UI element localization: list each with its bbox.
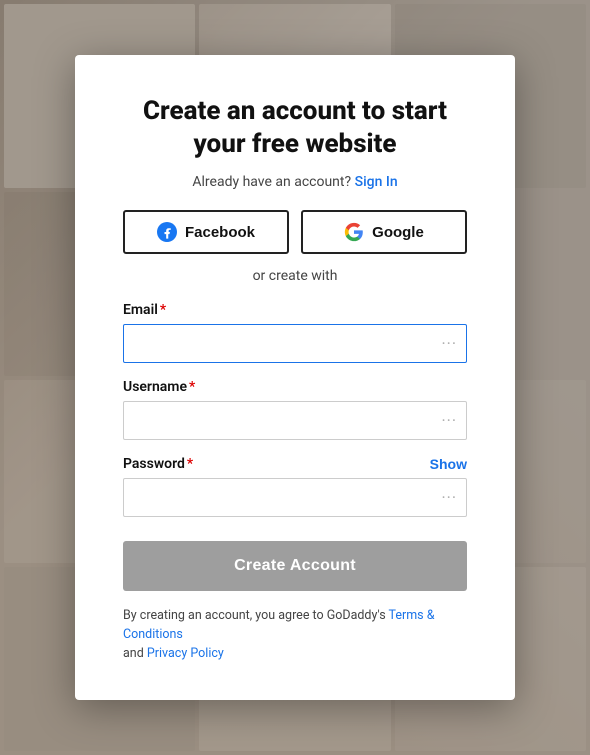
username-input[interactable] bbox=[123, 401, 467, 440]
modal-wrapper: Create an account to start your free web… bbox=[0, 0, 590, 755]
signin-link[interactable]: Sign In bbox=[355, 174, 398, 190]
email-input[interactable] bbox=[123, 324, 467, 363]
terms-prefix: By creating an account, you agree to GoD… bbox=[123, 608, 386, 623]
google-icon bbox=[344, 222, 364, 242]
email-label: Email* bbox=[123, 302, 467, 318]
signin-line: Already have an account? Sign In bbox=[123, 174, 467, 190]
password-input-wrapper: ··· bbox=[123, 478, 467, 517]
show-password-button[interactable]: Show bbox=[430, 456, 467, 472]
or-divider: or create with bbox=[123, 268, 467, 284]
google-label: Google bbox=[372, 224, 424, 241]
password-row: Password* Show bbox=[123, 456, 467, 472]
username-input-wrapper: ··· bbox=[123, 401, 467, 440]
terms-text: By creating an account, you agree to GoD… bbox=[123, 607, 467, 663]
modal-title: Create an account to start your free web… bbox=[123, 95, 467, 160]
email-input-wrapper: ··· bbox=[123, 324, 467, 363]
email-group: Email* ··· bbox=[123, 302, 467, 363]
facebook-button[interactable]: Facebook bbox=[123, 210, 289, 254]
create-account-button[interactable]: Create Account bbox=[123, 541, 467, 591]
facebook-icon bbox=[157, 222, 177, 242]
terms-mid: and bbox=[123, 646, 144, 661]
signin-prefix-text: Already have an account? bbox=[192, 174, 351, 190]
privacy-link[interactable]: Privacy Policy bbox=[147, 646, 224, 661]
password-input[interactable] bbox=[123, 478, 467, 517]
username-group: Username* ··· bbox=[123, 379, 467, 440]
social-buttons: Facebook Google bbox=[123, 210, 467, 254]
username-label: Username* bbox=[123, 379, 467, 395]
password-group: Password* Show ··· bbox=[123, 456, 467, 517]
facebook-label: Facebook bbox=[185, 224, 255, 241]
password-label: Password* bbox=[123, 456, 193, 472]
google-button[interactable]: Google bbox=[301, 210, 467, 254]
modal-dialog: Create an account to start your free web… bbox=[75, 55, 515, 699]
